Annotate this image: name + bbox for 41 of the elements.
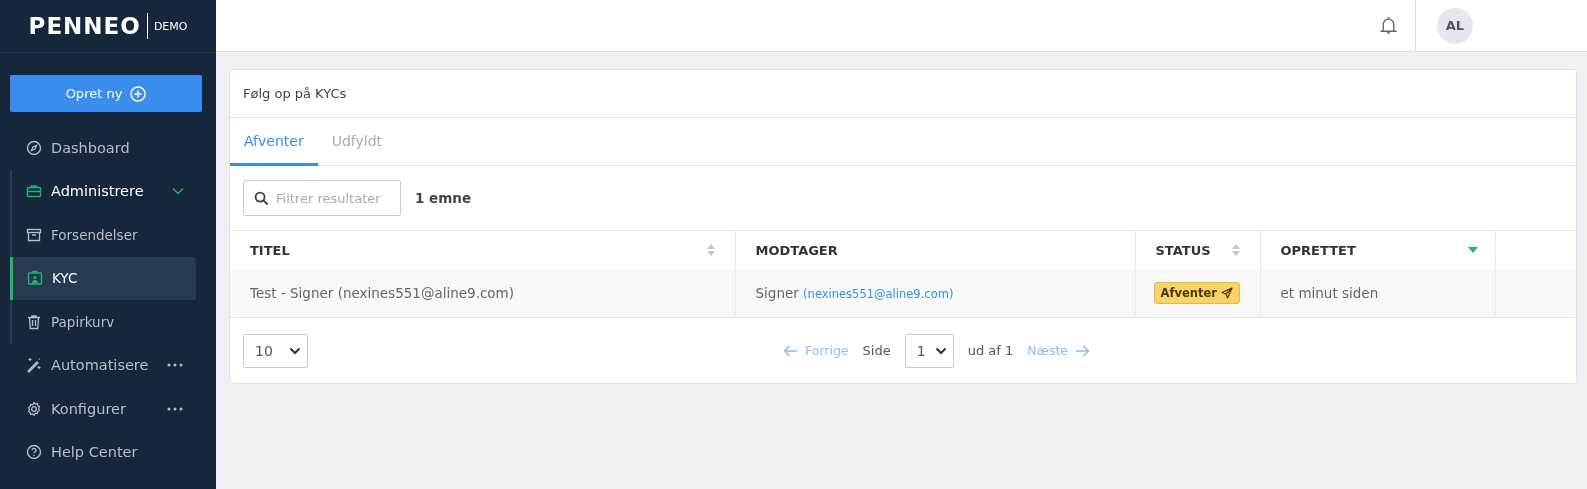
arrow-right-icon	[1075, 344, 1090, 357]
plus-circle-icon	[130, 85, 147, 102]
chevron-down-icon	[934, 346, 947, 355]
paper-plane-icon	[1220, 287, 1233, 299]
arrow-left-icon	[783, 344, 798, 357]
page-label: Side	[862, 343, 891, 358]
nav-subitem[interactable]: Forsendelser	[12, 213, 196, 257]
nav-subitem[interactable]: Papirkurv	[12, 300, 196, 344]
page-size-select[interactable]: 10	[243, 333, 308, 368]
page-total: ud af 1	[967, 343, 1014, 358]
archive-box-icon	[26, 226, 42, 243]
user-avatar[interactable]: AL	[1437, 7, 1473, 44]
page-select[interactable]: 1	[904, 333, 954, 368]
nav-item[interactable]: Automatisere	[0, 343, 216, 387]
result-count: 1 emne	[415, 190, 472, 206]
nav-item[interactable]: Help Center	[0, 430, 216, 474]
compass-icon	[26, 139, 42, 156]
search-icon	[254, 191, 269, 206]
recipient-name: Signer	[755, 285, 799, 301]
card-title: Følg op på KYCs	[230, 70, 1576, 118]
chevron-down-icon	[289, 346, 301, 355]
trash-icon	[26, 313, 42, 330]
status-badge: Afventer	[1153, 282, 1240, 304]
nav-subitem[interactable]: KYC	[10, 256, 196, 300]
more-icon[interactable]	[167, 406, 183, 411]
bell-icon[interactable]	[1380, 16, 1397, 35]
settings-icon	[26, 400, 42, 417]
briefcase-icon	[26, 183, 42, 200]
nav-item[interactable]: Konfigurer	[0, 387, 216, 431]
nav-item[interactable]: Dashboard	[0, 126, 216, 170]
table-cell: et minut siden	[1260, 269, 1495, 318]
edition-label: DEMO	[153, 19, 188, 33]
id-badge-icon	[27, 270, 43, 287]
nav-item[interactable]: Administrere	[12, 169, 216, 213]
magic-wand-icon	[26, 357, 42, 374]
more-icon[interactable]	[167, 363, 183, 368]
logo: PENNEO	[28, 13, 148, 39]
table-cell: Test - Signer (nexines551@aline9.com)	[230, 269, 735, 318]
help-icon	[26, 444, 42, 461]
recipient-email: (nexines551@aline9.com)	[803, 287, 954, 301]
search-field[interactable]: Filtrer resultater	[243, 180, 401, 216]
